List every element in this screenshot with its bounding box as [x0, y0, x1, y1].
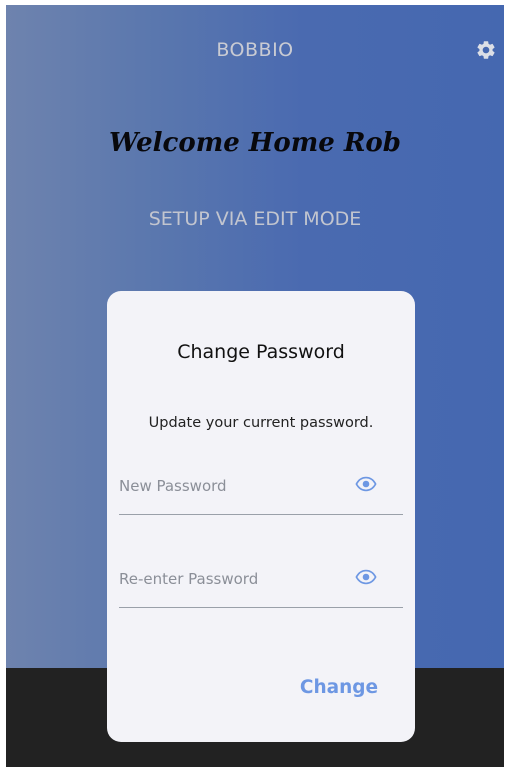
welcome-heading: Welcome Home Rob [109, 128, 401, 158]
new-password-field [119, 469, 403, 515]
change-password-dialog: Change Password Update your current pass… [107, 291, 415, 742]
app-screen: BOBBIO Welcome Home Rob SETUP VIA EDIT M… [6, 5, 504, 767]
reenter-password-field [119, 562, 403, 608]
dialog-message: Update your current password. [148, 415, 374, 431]
app-title: BOBBIO [216, 39, 294, 61]
eye-icon[interactable] [355, 476, 377, 492]
dialog-title: Change Password [177, 341, 345, 363]
setup-edit-mode-link[interactable]: SETUP VIA EDIT MODE [6, 208, 504, 230]
eye-icon[interactable] [355, 569, 377, 585]
reenter-password-input[interactable] [119, 564, 349, 594]
new-password-input[interactable] [119, 471, 349, 501]
change-button[interactable]: Change [291, 670, 387, 704]
gear-icon[interactable] [475, 39, 497, 61]
